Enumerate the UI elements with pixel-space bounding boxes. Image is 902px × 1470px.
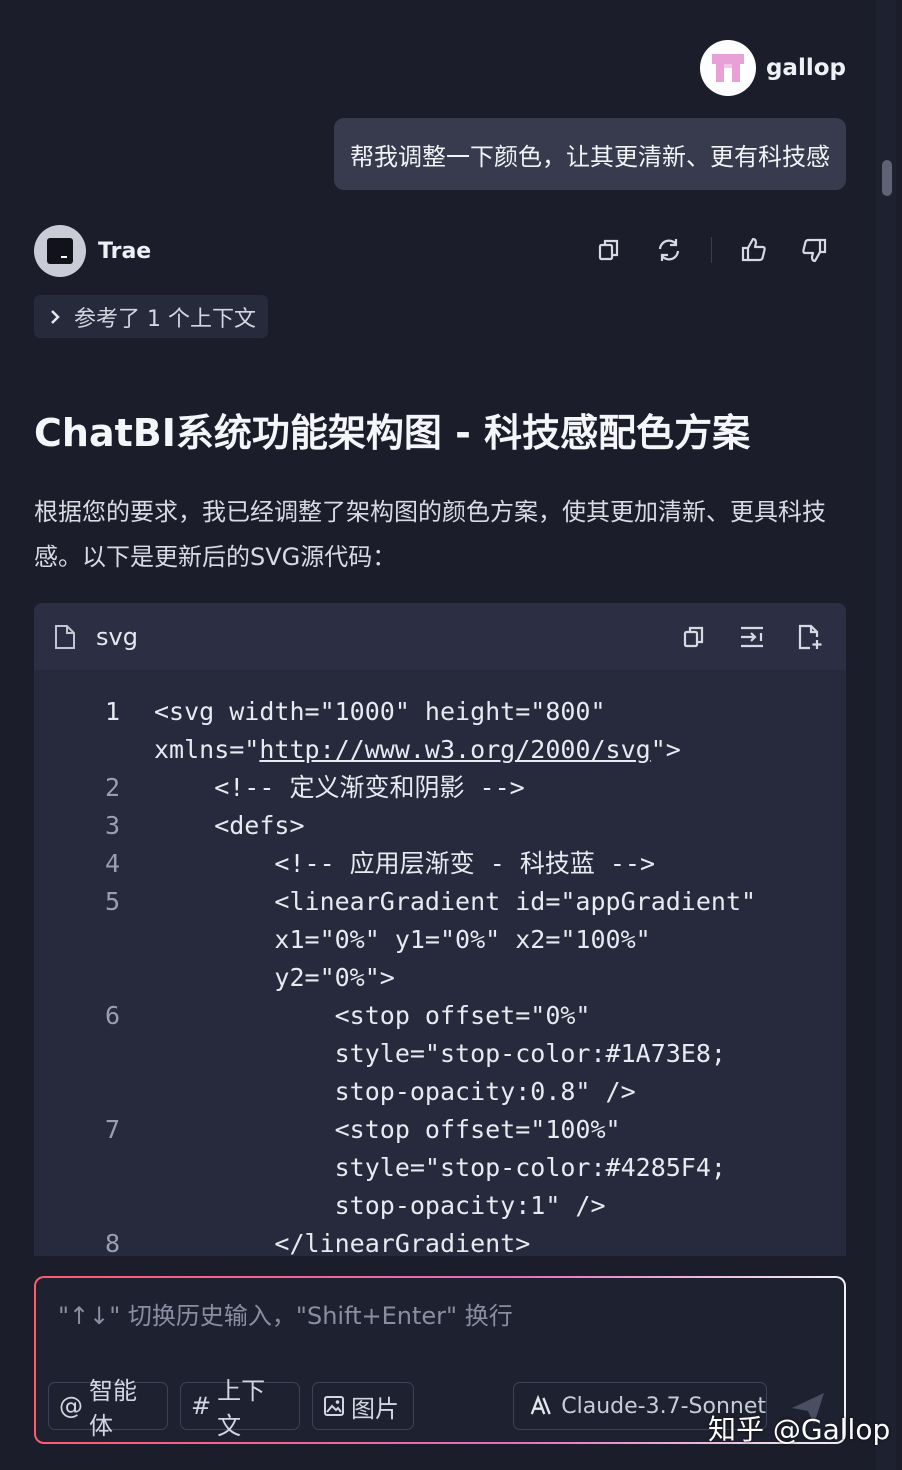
line-number: 3 <box>104 811 120 840</box>
line-number <box>34 921 120 959</box>
trae-logo-icon <box>47 238 73 264</box>
code-line: 5 <linearGradient id="appGradient" <box>34 883 846 921</box>
line-number <box>34 1149 120 1187</box>
code-line: 3 <defs> <box>34 807 846 845</box>
code-line: 8 </linearGradient> <box>34 1225 846 1256</box>
scrollbar-track[interactable] <box>876 0 896 1470</box>
line-number <box>34 1073 120 1111</box>
line-number <box>34 731 120 769</box>
regenerate-button[interactable] <box>651 232 687 268</box>
code-text: style="stop-color:#4285F4; <box>154 1153 726 1182</box>
context-chip-label: 上下文 <box>217 1377 266 1440</box>
context-reference-toggle[interactable]: 参考了 1 个上下文 <box>34 295 268 338</box>
line-number <box>34 959 120 997</box>
context-reference-label: 参考了 1 个上下文 <box>74 306 256 332</box>
file-icon <box>55 624 75 649</box>
line-number: 8 <box>104 1229 120 1256</box>
copy-icon <box>683 626 704 647</box>
code-language: svg <box>96 622 138 651</box>
avatar <box>699 40 756 96</box>
insert-icon <box>741 626 763 647</box>
code-text: </linearGradient> <box>154 1229 531 1256</box>
line-number: 1 <box>104 697 120 726</box>
line-number <box>34 1035 120 1073</box>
context-chip-button[interactable]: # 上下文 <box>180 1377 300 1440</box>
code-line: 2 <!-- 定义渐变和阴影 --> <box>34 769 846 807</box>
code-line: 4 <!-- 应用层渐变 - 科技蓝 --> <box>34 845 846 883</box>
hash-icon: # <box>191 1392 212 1420</box>
line-number: 2 <box>104 773 120 802</box>
assistant-name: Trae <box>98 238 152 264</box>
code-text: stop-opacity:0.8" /> <box>154 1077 636 1106</box>
code-text: <defs> <box>154 811 305 840</box>
divider <box>711 237 712 263</box>
at-icon: @ <box>59 1392 83 1420</box>
user-message-bubble: 帮我调整一下颜色，让其更清新、更有科技感 <box>334 118 846 190</box>
scrollbar-thumb[interactable] <box>882 160 892 196</box>
copy-button[interactable] <box>591 232 627 268</box>
code-text: <stop offset="0%" <box>154 1001 591 1030</box>
model-icon <box>530 1395 551 1415</box>
response-intro: 根据您的要求，我已经调整了架构图的颜色方案，使其更加清新、更具科技感。以下是更新… <box>34 498 826 571</box>
code-text: y2="0%"> <box>154 963 395 992</box>
code-text: <!-- 应用层渐变 - 科技蓝 --> <box>154 849 656 878</box>
line-number: 4 <box>104 849 120 878</box>
new-file-icon <box>798 624 822 649</box>
image-chip-button[interactable]: 图片 <box>312 1382 414 1430</box>
line-number: 6 <box>104 1001 120 1030</box>
image-chip-label: 图片 <box>351 1394 399 1423</box>
image-icon <box>324 1396 344 1416</box>
code-toolbar <box>676 619 828 655</box>
code-text: <stop offset="100%" <box>154 1115 621 1144</box>
line-number <box>34 1187 120 1225</box>
agent-chip-label: 智能体 <box>89 1377 137 1440</box>
code-line: stop-opacity:1" /> <box>34 1187 846 1225</box>
code-text: xmlns="http://www.w3.org/2000/svg"> <box>154 735 681 764</box>
code-line: style="stop-color:#1A73E8; <box>34 1035 846 1073</box>
new-file-button[interactable] <box>792 619 828 655</box>
response-title: ChatBI系统功能架构图 - 科技感配色方案 <box>34 411 751 455</box>
avatar <box>34 225 86 277</box>
thumbs-up-icon <box>741 237 766 262</box>
copy-code-button[interactable] <box>676 619 712 655</box>
code-text: <!-- 定义渐变和阴影 --> <box>154 773 525 802</box>
insert-code-button[interactable] <box>734 619 770 655</box>
line-number: 5 <box>104 887 120 916</box>
user-header: gallop <box>699 40 846 96</box>
user-avatar-icon <box>702 43 753 93</box>
assistant-header: Trae <box>34 224 151 278</box>
code-text: stop-opacity:1" /> <box>154 1191 606 1220</box>
like-button[interactable] <box>736 232 772 268</box>
dislike-button[interactable] <box>796 232 832 268</box>
code-text: <svg width="1000" height="800" <box>154 697 606 726</box>
code-line: 6 <stop offset="0%" <box>34 997 846 1035</box>
agent-chip-button[interactable]: @ 智能体 <box>48 1377 168 1440</box>
code-text: <linearGradient id="appGradient" <box>154 887 757 916</box>
watermark: 知乎 @Gallop <box>708 1413 891 1446</box>
code-line: x1="0%" y1="0%" x2="100%" <box>34 921 846 959</box>
code-line: style="stop-color:#4285F4; <box>34 1149 846 1187</box>
code-text: style="stop-color:#1A73E8; <box>154 1039 726 1068</box>
user-name: gallop <box>765 55 846 81</box>
code-text: x1="0%" y1="0%" x2="100%" <box>154 925 651 954</box>
chat-input-placeholder: "↑↓" 切换历史输入，"Shift+Enter" 换行 <box>58 1302 513 1330</box>
code-line: y2="0%"> <box>34 959 846 997</box>
code-content[interactable]: 1 <svg width="1000" height="800" xmlns="ht… <box>34 671 846 1256</box>
chevron-right-icon <box>51 309 60 324</box>
code-block: svg 1 <svg width="1000" height="800" xml… <box>34 603 846 1256</box>
regenerate-icon <box>658 239 680 261</box>
thumbs-down-icon <box>802 238 827 263</box>
code-header: svg <box>34 603 846 671</box>
code-line: 1 <svg width="1000" height="800" <box>34 693 846 731</box>
code-line: xmlns="http://www.w3.org/2000/svg"> <box>34 731 846 769</box>
line-number: 7 <box>104 1115 120 1144</box>
message-actions <box>591 228 832 272</box>
code-line: stop-opacity:0.8" /> <box>34 1073 846 1111</box>
copy-icon <box>598 239 619 261</box>
code-line: 7 <stop offset="100%" <box>34 1111 846 1149</box>
code-link[interactable]: http://www.w3.org/2000/svg <box>259 735 650 764</box>
